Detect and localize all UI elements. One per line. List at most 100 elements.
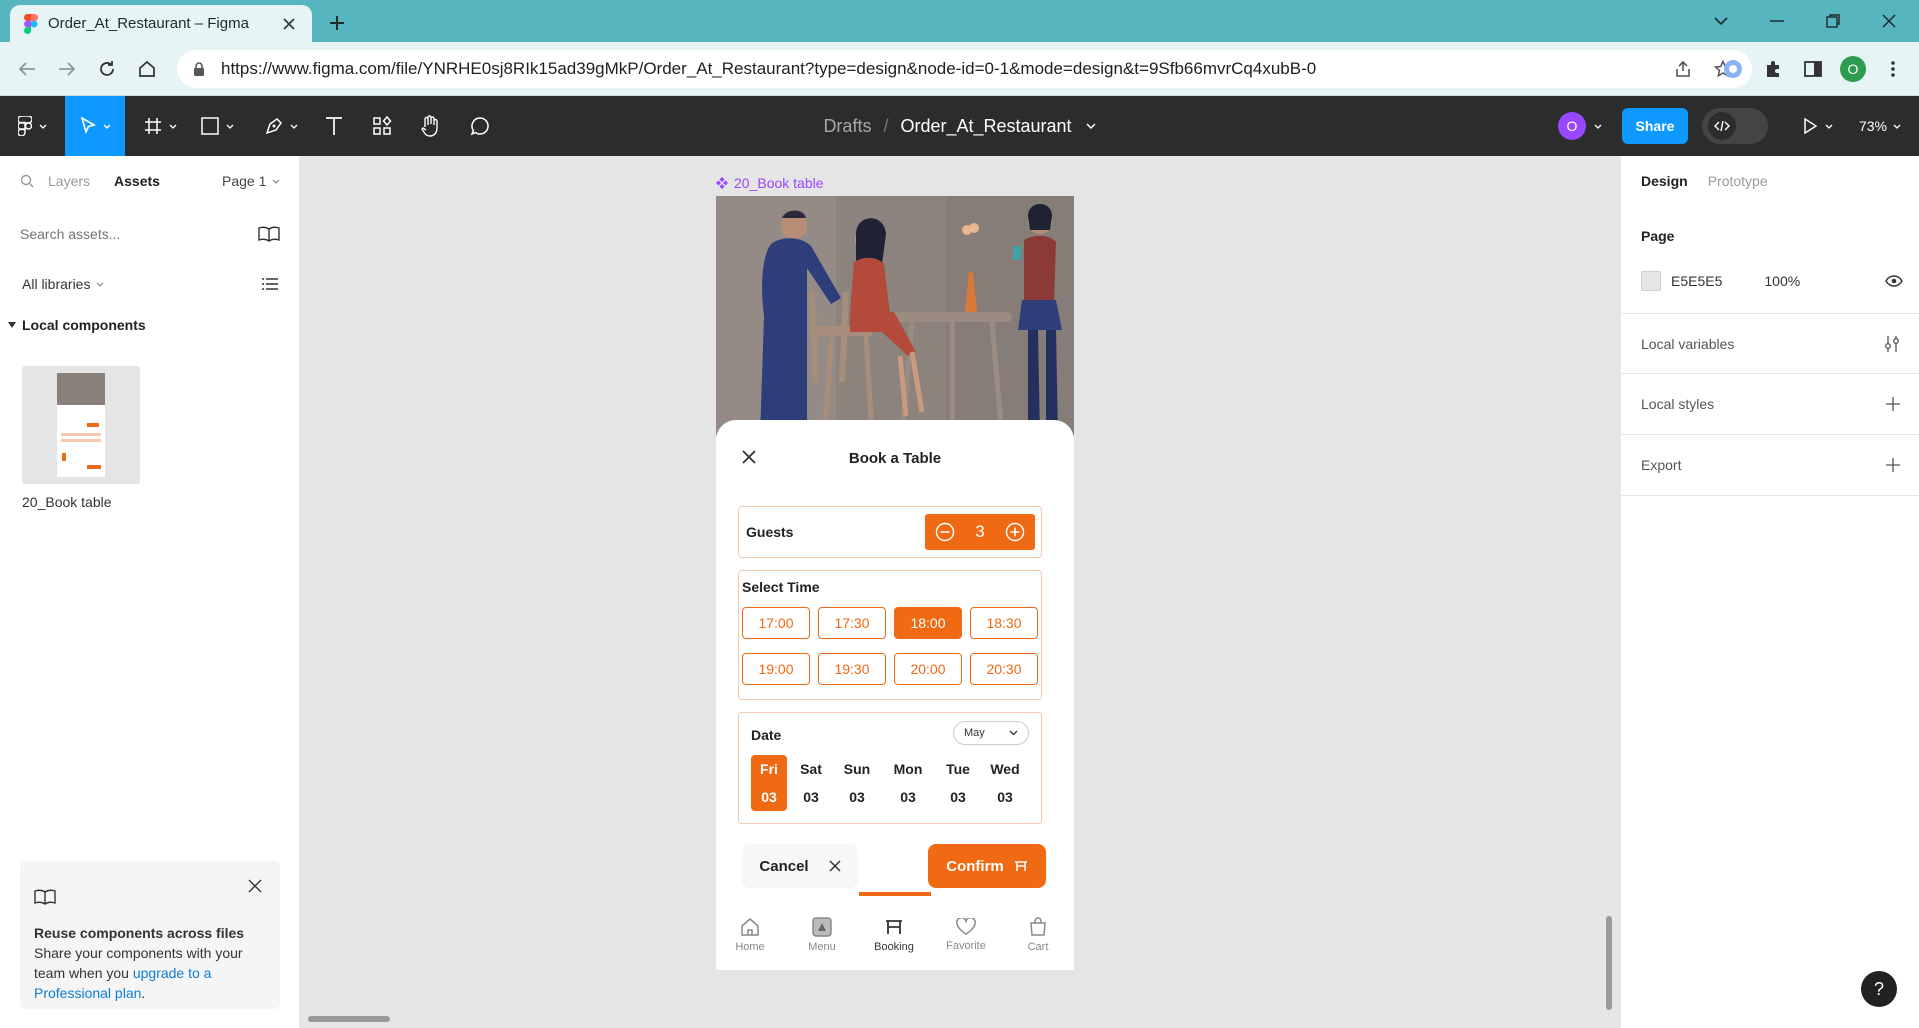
time-slot[interactable]: 19:00 [742, 653, 810, 685]
day-option[interactable]: Sun 03 [839, 755, 875, 811]
close-window-icon[interactable] [1874, 6, 1904, 36]
list-view-icon[interactable] [262, 277, 278, 291]
day-selected[interactable]: Fri 03 [751, 755, 787, 811]
nav-label: Cart [1027, 941, 1049, 953]
select-time-label: Select Time [742, 579, 820, 595]
time-slot[interactable]: 17:00 [742, 607, 810, 639]
library-book-icon[interactable] [258, 226, 280, 242]
extension-lens-icon[interactable] [1718, 54, 1748, 84]
zoom-menu[interactable]: 73% [1850, 96, 1910, 156]
asset-search-row [0, 212, 300, 256]
export-row[interactable]: Export [1621, 435, 1919, 496]
month-value: May [964, 727, 985, 739]
day-name: Tue [946, 761, 970, 777]
local-variables-row[interactable]: Local variables [1621, 313, 1919, 374]
local-components-header[interactable]: Local components [0, 308, 300, 342]
lock-icon [193, 61, 205, 77]
all-libraries-dropdown[interactable]: All libraries [22, 276, 104, 292]
bottom-navigation: Home Menu Booking Favorite Cart [716, 900, 1074, 970]
nav-cart[interactable]: Cart [1008, 900, 1068, 970]
vertical-scrollbar[interactable] [1606, 916, 1612, 1010]
page-opacity[interactable]: 100% [1764, 273, 1800, 289]
main-menu-button[interactable] [10, 96, 54, 156]
move-tool[interactable] [65, 96, 125, 156]
pen-tool[interactable] [258, 96, 304, 156]
cancel-button[interactable]: Cancel [742, 844, 858, 888]
promo-close-icon[interactable] [248, 879, 262, 893]
month-dropdown[interactable]: May [953, 721, 1029, 745]
resources-tool[interactable] [364, 96, 400, 156]
frame-tool[interactable] [138, 96, 182, 156]
tab-layers[interactable]: Layers [48, 173, 90, 189]
text-tool[interactable] [316, 96, 352, 156]
close-tab-icon[interactable] [276, 11, 302, 37]
reload-icon[interactable] [92, 54, 122, 84]
cart-bag-icon [1030, 917, 1046, 936]
tab-design[interactable]: Design [1641, 173, 1688, 189]
component-thumbnail[interactable] [22, 366, 140, 484]
time-slot[interactable]: 17:30 [818, 607, 886, 639]
side-panel-icon[interactable] [1798, 54, 1828, 84]
time-slot-label: 17:00 [758, 615, 794, 631]
help-button[interactable]: ? [1861, 971, 1897, 1007]
page-selector[interactable]: Page 1 [222, 173, 280, 189]
book-table-frame[interactable]: Book a Table Guests 3 Select Time 17:00 … [716, 196, 1074, 970]
visibility-eye-icon[interactable] [1885, 275, 1903, 287]
nav-menu[interactable]: Menu [792, 900, 852, 970]
time-slot[interactable]: 20:00 [894, 653, 962, 685]
tab-prototype[interactable]: Prototype [1708, 173, 1768, 189]
thumbnail-preview [57, 373, 105, 477]
shape-tool[interactable] [194, 96, 240, 156]
page-color-hex[interactable]: E5E5E5 [1671, 273, 1722, 289]
search-layers-icon[interactable] [20, 174, 34, 188]
day-number: 03 [950, 789, 966, 805]
file-name[interactable]: Order_At_Restaurant [900, 116, 1071, 137]
day-option[interactable]: Wed 03 [987, 755, 1023, 811]
day-option[interactable]: Tue 03 [940, 755, 976, 811]
share-page-icon[interactable] [1670, 56, 1696, 82]
horizontal-scrollbar[interactable] [308, 1016, 390, 1022]
local-styles-row[interactable]: Local styles [1621, 374, 1919, 435]
tab-assets[interactable]: Assets [114, 173, 160, 189]
hand-tool[interactable] [412, 96, 448, 156]
nav-booking[interactable]: Booking [864, 900, 924, 970]
multiplayer-avatar[interactable]: O [1550, 96, 1610, 156]
time-slot-label: 19:00 [758, 661, 794, 677]
restore-icon[interactable] [1818, 6, 1848, 36]
share-button[interactable]: Share [1621, 108, 1689, 144]
guests-stepper: 3 [925, 514, 1035, 550]
frame-label[interactable]: 20_Book table [716, 175, 824, 191]
tab-search-icon[interactable] [1706, 6, 1736, 36]
browser-address-bar: https://www.figma.com/file/YNRHE0sj8RIk1… [0, 42, 1919, 96]
time-slot[interactable]: 20:30 [970, 653, 1038, 685]
new-tab-icon[interactable] [322, 8, 352, 38]
minimize-icon[interactable] [1762, 6, 1792, 36]
profile-avatar[interactable]: O [1838, 54, 1868, 84]
back-icon[interactable] [12, 54, 42, 84]
chevron-down-icon [272, 179, 280, 184]
present-button[interactable] [1796, 96, 1840, 156]
browser-menu-icon[interactable] [1878, 54, 1908, 84]
day-option[interactable]: Sat 03 [793, 755, 829, 811]
browser-tab[interactable]: Order_At_Restaurant – Figma [10, 5, 312, 42]
time-slot[interactable]: 18:30 [970, 607, 1038, 639]
time-slot-selected[interactable]: 18:00 [894, 607, 962, 639]
page-color-swatch[interactable] [1641, 271, 1661, 291]
search-assets-input[interactable] [20, 226, 240, 242]
time-slot[interactable]: 19:30 [818, 653, 886, 685]
day-option[interactable]: Mon 03 [890, 755, 926, 811]
home-icon[interactable] [132, 54, 162, 84]
breadcrumb-drafts[interactable]: Drafts [823, 116, 871, 137]
decrease-guests-icon[interactable] [935, 522, 955, 542]
close-icon [829, 860, 841, 872]
extensions-puzzle-icon[interactable] [1758, 54, 1788, 84]
confirm-button[interactable]: Confirm [928, 844, 1046, 888]
url-bar[interactable]: https://www.figma.com/file/YNRHE0sj8RIk1… [177, 50, 1752, 88]
increase-guests-icon[interactable] [1005, 522, 1025, 542]
nav-home[interactable]: Home [720, 900, 780, 970]
comment-tool[interactable] [460, 96, 500, 156]
dev-mode-toggle[interactable] [1700, 96, 1770, 156]
nav-favorite[interactable]: Favorite [936, 900, 996, 970]
file-menu-chevron-icon[interactable] [1086, 123, 1096, 129]
forward-icon[interactable] [52, 54, 82, 84]
